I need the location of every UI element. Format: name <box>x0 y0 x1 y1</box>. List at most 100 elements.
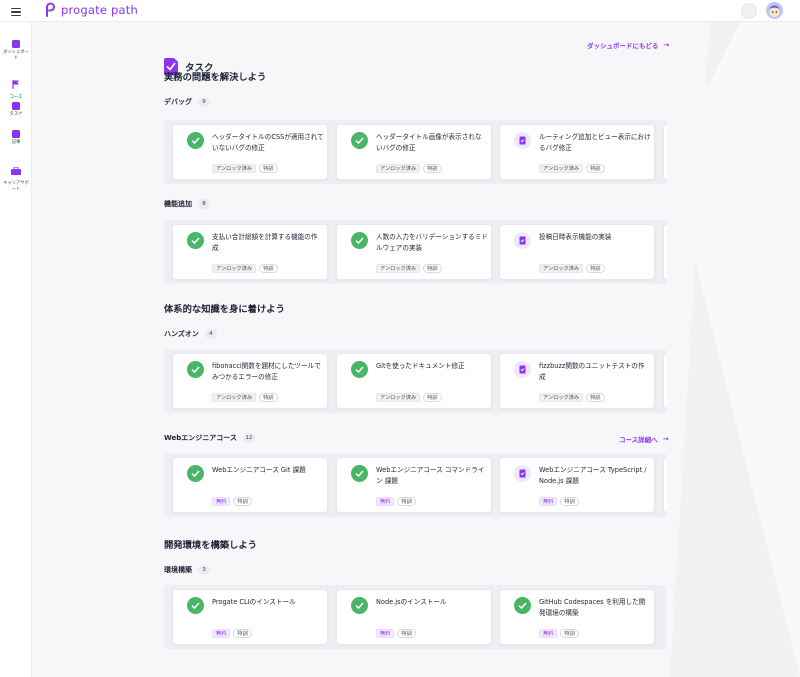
task-card[interactable]: fizzbuzz関数のユニットテストの作成 アンロック済み 特訓 <box>499 353 655 409</box>
task-card[interactable]: Webエンジニアコース TypeScript / Node.js 課題 無料 特訓 <box>499 457 655 513</box>
task-card[interactable]: ヘッダータイトルのCSSが適用されていないバグの修正 アンロック済み 特訓 <box>172 124 328 180</box>
completed-check-icon <box>351 597 368 614</box>
card-row-feature[interactable]: 支払い合計総額を計算する機能の作成 アンロック済み 特訓 人数の入力をバリデーショ… <box>164 220 667 284</box>
free-badge: 無料 <box>376 497 395 506</box>
task-title: fibonacci関数を題材にしたツールでみつかるエラーの修正 <box>212 362 321 381</box>
unlocked-badge: アンロック済み <box>376 264 421 273</box>
unlocked-badge: アンロック済み <box>376 393 421 402</box>
task-document-icon <box>514 465 531 482</box>
task-document-icon <box>514 361 531 378</box>
group-name: Webエンジニアコース <box>164 434 237 442</box>
task-card[interactable]: 投稿日時表示機能の実装 アンロック済み 特訓 <box>499 224 655 280</box>
task-card[interactable]: Progate CLIのインストール 無料 特訓 <box>172 589 328 645</box>
special-training-badge: 特訓 <box>586 164 605 173</box>
task-card-partial[interactable] <box>663 224 667 280</box>
task-card[interactable]: 人数の入力をバリデーションするミドルウェアの実装 アンロック済み 特訓 <box>336 224 492 280</box>
special-training-badge: 特訓 <box>397 629 416 638</box>
special-training-badge: 特訓 <box>586 264 605 273</box>
notification-icon[interactable] <box>741 3 757 19</box>
special-training-badge: 特訓 <box>233 629 252 638</box>
section-title: 開発環境を構築しよう <box>164 540 257 551</box>
brand-name: progate path <box>61 2 138 17</box>
arrow-right-icon: → <box>663 41 670 49</box>
group-header-debug: デバッグ 9 <box>164 97 210 107</box>
task-document-icon <box>514 132 531 149</box>
task-card-partial[interactable] <box>663 353 667 409</box>
free-badge: 無料 <box>212 497 231 506</box>
task-card[interactable]: GitHub Codespaces を利用した開発環境の構築 無料 特訓 <box>499 589 655 645</box>
free-badge: 無料 <box>539 629 558 638</box>
task-card[interactable]: Gitを使ったドキュメント修正 アンロック済み 特訓 <box>336 353 492 409</box>
special-training-badge: 特訓 <box>423 393 442 402</box>
unlocked-badge: アンロック済み <box>376 164 421 173</box>
brand-logo[interactable]: progate path <box>45 2 138 17</box>
completed-check-icon <box>351 232 368 249</box>
arrow-right-icon: → <box>662 435 669 443</box>
task-title: 投稿日時表示機能の実装 <box>539 233 612 241</box>
unlocked-badge: アンロック済み <box>539 164 584 173</box>
card-row-debug[interactable]: ヘッダータイトルのCSSが適用されていないバグの修正 アンロック済み 特訓 ヘッダ… <box>164 120 667 184</box>
task-card[interactable]: ヘッダータイトル画像が表示されないバグの修正 アンロック済み 特訓 <box>336 124 492 180</box>
task-title: GitHub Codespaces を利用した開発環境の構築 <box>539 598 646 617</box>
top-bar: progate path <box>0 0 800 22</box>
completed-check-icon <box>187 132 204 149</box>
task-card-partial[interactable] <box>663 457 667 513</box>
special-training-badge: 特訓 <box>560 497 579 506</box>
group-name: デバッグ <box>164 98 192 106</box>
group-count: 12 <box>242 433 255 443</box>
unlocked-badge: アンロック済み <box>212 264 257 273</box>
card-row-web-engineer[interactable]: Webエンジニアコース Git 課題 無料 特訓 Webエンジニアコース コマンド… <box>164 453 667 517</box>
task-title: Webエンジニアコース TypeScript / Node.js 課題 <box>539 466 647 485</box>
task-card[interactable]: 支払い合計総額を計算する機能の作成 アンロック済み 特訓 <box>172 224 328 280</box>
free-badge: 無料 <box>539 497 558 506</box>
special-training-badge: 特訓 <box>423 264 442 273</box>
task-card[interactable]: ルーティング追加とビュー表示におけるバグ修正 アンロック済み 特訓 <box>499 124 655 180</box>
link-label: ダッシュボードにもどる <box>587 42 659 50</box>
group-count: 4 <box>204 329 217 339</box>
special-training-badge: 特訓 <box>233 497 252 506</box>
free-badge: 無料 <box>212 629 231 638</box>
group-count: 8 <box>198 199 210 209</box>
unlocked-badge: アンロック済み <box>539 393 584 402</box>
group-name: ハンズオン <box>164 330 199 338</box>
group-count: 9 <box>198 97 210 107</box>
task-title: ヘッダータイトル画像が表示されないバグの修正 <box>376 133 482 152</box>
task-title: ルーティング追加とビュー表示におけるバグ修正 <box>539 133 651 152</box>
group-header-handson: ハンズオン 4 <box>164 329 217 339</box>
task-card[interactable]: Webエンジニアコース Git 課題 無料 特訓 <box>172 457 328 513</box>
completed-check-icon <box>351 132 368 149</box>
group-count: 3 <box>198 565 210 575</box>
special-training-badge: 特訓 <box>259 164 278 173</box>
group-header-web-engineer: Webエンジニアコース 12 <box>164 433 255 443</box>
special-training-badge: 特訓 <box>259 393 278 402</box>
completed-check-icon <box>351 465 368 482</box>
card-row-handson[interactable]: fibonacci関数を題材にしたツールでみつかるエラーの修正 アンロック済み特… <box>164 349 667 413</box>
avatar[interactable] <box>766 2 783 19</box>
task-card-partial[interactable] <box>663 124 667 180</box>
hamburger-menu-icon[interactable] <box>11 8 21 16</box>
task-card[interactable]: Node.jsのインストール 無料 特訓 <box>336 589 492 645</box>
special-training-badge: 特訓 <box>423 164 442 173</box>
task-title: ヘッダータイトルのCSSが適用されていないバグの修正 <box>212 133 324 152</box>
special-training-badge: 特訓 <box>586 393 605 402</box>
task-title: Webエンジニアコース コマンドライン 課題 <box>376 466 485 485</box>
card-row-env-setup[interactable]: Progate CLIのインストール 無料 特訓 Node.jsのインストール 無… <box>164 585 667 649</box>
task-card[interactable]: Webエンジニアコース コマンドライン 課題 無料 特訓 <box>336 457 492 513</box>
completed-check-icon <box>351 361 368 378</box>
special-training-badge: 特訓 <box>259 264 278 273</box>
task-card[interactable]: fibonacci関数を題材にしたツールでみつかるエラーの修正 アンロック済み特… <box>172 353 328 409</box>
task-title: 支払い合計総額を計算する機能の作成 <box>212 233 318 252</box>
completed-check-icon <box>187 232 204 249</box>
section-title: 実務の問題を解決しよう <box>164 72 267 83</box>
task-title: 人数の入力をバリデーションするミドルウェアの実装 <box>376 233 488 252</box>
completed-check-icon <box>187 361 204 378</box>
back-to-dashboard-link[interactable]: ダッシュボードにもどる → <box>587 40 669 50</box>
task-title: fizzbuzz関数のユニットテストの作成 <box>539 362 645 381</box>
special-training-badge: 特訓 <box>560 629 579 638</box>
unlocked-badge: アンロック済み <box>212 164 257 173</box>
task-document-icon <box>514 232 531 249</box>
completed-check-icon <box>187 465 204 482</box>
course-detail-link[interactable]: コース詳細へ → <box>619 434 669 444</box>
task-title: Progate CLIのインストール <box>212 598 296 606</box>
task-title: Gitを使ったドキュメント修正 <box>376 362 465 370</box>
